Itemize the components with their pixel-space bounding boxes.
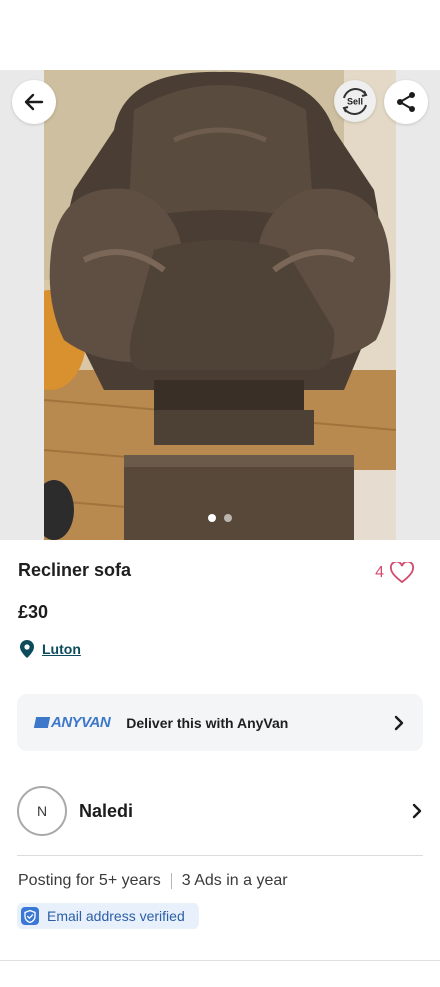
stats-separator [170,873,172,889]
anyvan-delivery-card[interactable]: ANYVAN Deliver this with AnyVan [17,694,423,751]
location-link[interactable]: Luton [20,640,81,658]
gallery-pagination [0,514,440,522]
favourite-count: 4 [375,564,384,581]
listing-price: £30 [18,602,49,622]
sell-button[interactable]: Sell [334,80,376,122]
email-verified-badge: Email address verified [17,903,199,929]
anyvan-brand-text: ANYVAN [51,714,111,731]
section-divider [17,855,423,856]
bottom-divider [0,960,440,961]
photo-gallery[interactable]: Sell [0,70,440,540]
share-button[interactable] [384,80,428,124]
listing-title: Recliner sofa [18,560,132,580]
posting-duration: Posting for 5+ years [18,872,161,889]
location-pin-icon [20,640,34,658]
chevron-right-icon [394,715,404,730]
anyvan-logo-mark [33,717,51,728]
sell-cycle-icon: Sell [342,88,368,115]
email-verified-text: Email address verified [47,908,185,924]
chevron-right-icon [412,803,422,819]
pagination-dot-active[interactable] [208,514,216,522]
seller-avatar: N [17,786,67,836]
favourite-button[interactable]: 4 [375,562,414,584]
seller-profile-row[interactable]: N Naledi [17,786,423,836]
seller-name: Naledi [79,800,134,821]
share-icon [397,92,415,112]
listing-photo[interactable] [44,70,396,540]
ads-per-year: 3 Ads in a year [181,872,288,889]
back-button[interactable] [12,80,56,124]
seller-stats: Posting for 5+ years 3 Ads in a year [18,872,288,890]
location-text[interactable]: Luton [42,641,81,657]
back-arrow-icon [24,93,44,111]
pagination-dot[interactable] [224,514,232,522]
delivery-label: Deliver this with AnyVan [126,714,289,731]
shield-check-icon [21,907,39,925]
anyvan-logo: ANYVAN [33,714,111,731]
heart-icon [390,562,414,584]
sell-label: Sell [347,97,363,107]
